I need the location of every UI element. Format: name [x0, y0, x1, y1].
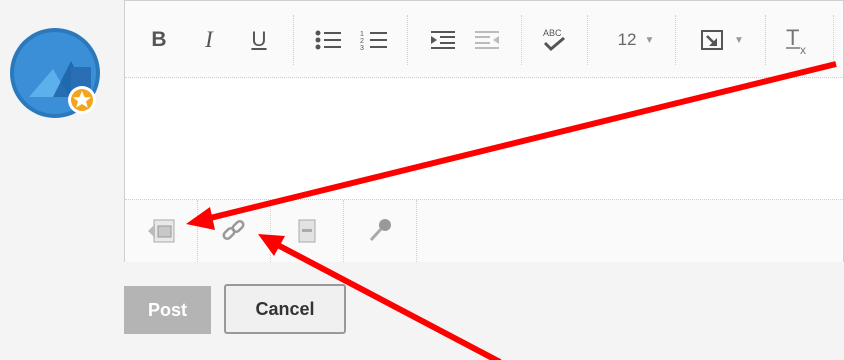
user-avatar[interactable]: [9, 27, 101, 119]
toolbar-divider: [293, 15, 294, 65]
svg-text:ABC: ABC: [543, 28, 562, 38]
record-audio-button[interactable]: [344, 200, 417, 262]
clear-formatting-button[interactable]: T x: [781, 19, 815, 61]
toolbar-divider: [675, 15, 676, 65]
indent-button[interactable]: [427, 19, 459, 61]
bold-button[interactable]: B: [145, 19, 173, 61]
toolbar-divider: [521, 15, 522, 65]
insert-file-button[interactable]: [271, 200, 344, 262]
svg-text:1: 1: [360, 31, 364, 38]
spellcheck-icon: ABC: [543, 28, 565, 52]
cancel-button[interactable]: Cancel: [224, 284, 346, 334]
font-size-value: 12: [617, 30, 637, 49]
microphone-icon: [369, 219, 391, 242]
toolbar-divider: [407, 15, 408, 65]
clear-formatting-icon: T x: [786, 25, 806, 55]
toolbar-divider: [833, 15, 834, 65]
insert-image-button[interactable]: [125, 200, 198, 262]
spellcheck-button[interactable]: ABC: [537, 19, 571, 61]
comment-editor: B I U 1 2 3 ABC 12 ▼ ▼ T x: [124, 0, 844, 262]
svg-text:2: 2: [360, 38, 364, 45]
insert-link-icon: [222, 219, 245, 241]
bulleted-list-icon: [315, 30, 341, 50]
font-size-select[interactable]: 12 ▼: [601, 19, 671, 61]
outdent-button[interactable]: [471, 19, 503, 61]
insert-content-icon: [701, 30, 724, 50]
editor-toolbar: B I U 1 2 3 ABC 12 ▼ ▼ T x: [125, 1, 843, 78]
svg-text:3: 3: [360, 45, 364, 52]
star-badge-icon: [68, 86, 96, 114]
attachment-toolbar: [125, 200, 843, 262]
insert-link-button[interactable]: [198, 200, 271, 262]
insert-image-icon: [148, 219, 175, 243]
bulleted-list-button[interactable]: [311, 19, 345, 61]
insert-file-icon: [298, 219, 316, 243]
post-button[interactable]: Post: [124, 286, 211, 334]
chevron-down-icon: ▼: [734, 34, 744, 46]
underline-button[interactable]: U: [245, 19, 273, 61]
toolbar-divider: [765, 15, 766, 65]
chevron-down-icon: ▼: [644, 34, 655, 46]
indent-icon: [431, 31, 455, 49]
comment-text-area[interactable]: [125, 78, 843, 200]
insert-dropdown-button[interactable]: ▼: [687, 19, 757, 61]
svg-text:T: T: [786, 25, 799, 50]
italic-button[interactable]: I: [195, 19, 223, 61]
numbered-list-button[interactable]: 1 2 3: [357, 19, 391, 61]
toolbar-divider: [587, 15, 588, 65]
numbered-list-icon: 1 2 3: [360, 31, 387, 52]
svg-text:x: x: [800, 43, 806, 55]
avatar-icon: [10, 28, 100, 118]
outdent-icon: [475, 31, 499, 49]
